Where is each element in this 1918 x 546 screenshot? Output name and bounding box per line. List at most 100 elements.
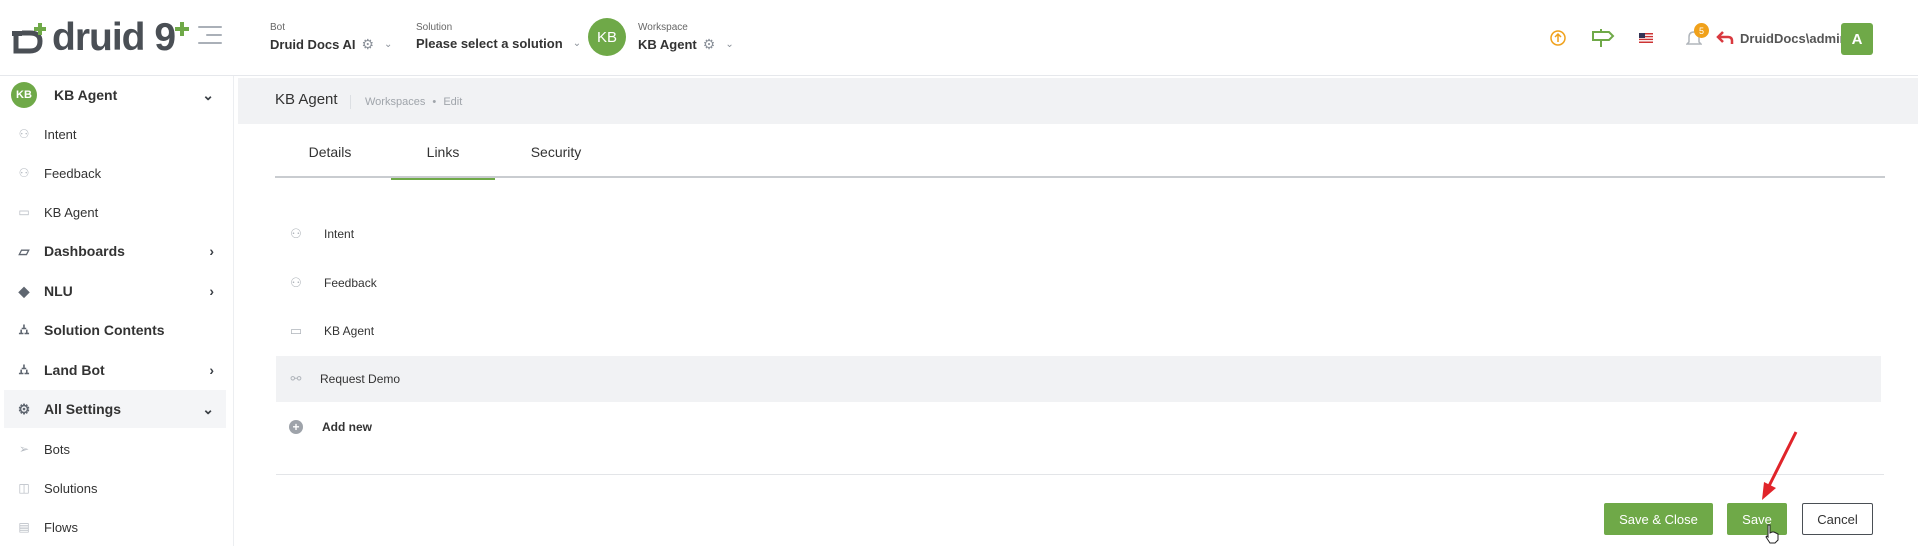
logo-spark-icon xyxy=(175,22,190,36)
list-item[interactable]: ⚯ Request Demo xyxy=(276,356,1881,402)
sidebar-item-label: Land Bot xyxy=(44,362,105,378)
bot-caption: Bot xyxy=(270,22,286,33)
sidebar-item-label: Bots xyxy=(44,441,71,457)
user-menu[interactable]: DruidDocs\admin xyxy=(1716,20,1848,56)
sidebar-item-label: All Settings xyxy=(44,401,122,417)
sidebar-item-all-settings[interactable]: ⚙ All Settings ⌄ xyxy=(4,390,226,428)
sidebar-workspace[interactable]: KB KB Agent ⌄ xyxy=(4,76,226,114)
workspace-caption: Workspace xyxy=(638,22,688,33)
feedback-icon: ⚇ xyxy=(18,166,30,180)
breadcrumb-workspaces[interactable]: Workspaces xyxy=(365,96,425,108)
sidebar-item-solution-contents[interactable]: ⛼ Solution Contents xyxy=(4,311,226,349)
list-item[interactable]: ⚇ Feedback xyxy=(276,260,1881,306)
druid-logo[interactable]: druid 9 xyxy=(12,16,190,59)
bot-settings-icon[interactable]: ⚙ xyxy=(361,36,374,53)
intent-icon: ⚇ xyxy=(290,226,302,241)
sidebar-item-kb-agent[interactable]: ▭ KB Agent xyxy=(4,193,226,231)
chevron-down-icon[interactable]: ⌄ xyxy=(384,39,392,50)
workspace-selector[interactable]: Workspace KB Agent ⚙ ⌄ xyxy=(638,22,734,53)
breadcrumb-edit: Edit xyxy=(443,96,463,108)
sidebar-item-label: Flows xyxy=(44,519,78,535)
signpost-icon[interactable] xyxy=(1588,20,1616,56)
solution-selector[interactable]: Solution Please select a solution ⌄ xyxy=(416,22,581,51)
sidebar-item-label: Solution Contents xyxy=(44,322,165,338)
cancel-button[interactable]: Cancel xyxy=(1802,503,1873,535)
land-bot-icon: ⛼ xyxy=(18,360,30,377)
chevron-down-icon[interactable]: ⌄ xyxy=(573,38,581,49)
sidebar-item-label: Dashboards xyxy=(44,243,125,259)
sidebar-item-feedback[interactable]: ⚇ Feedback xyxy=(4,154,226,192)
menu-toggle-icon[interactable] xyxy=(198,26,222,48)
tab-security[interactable]: Security xyxy=(501,126,611,178)
sidebar-item-nlu[interactable]: ◆ NLU › xyxy=(4,272,226,310)
user-name: DruidDocs\admin xyxy=(1740,30,1848,46)
tab-bar: Details Links Security xyxy=(275,126,1885,180)
list-item[interactable]: ▭ KB Agent xyxy=(276,308,1881,354)
link-label: Feedback xyxy=(324,276,377,290)
tab-details[interactable]: Details xyxy=(275,126,385,178)
solution-value: Please select a solution xyxy=(416,36,563,51)
page-header: KB Agent Workspaces • Edit xyxy=(238,78,1918,124)
sidebar-item-solutions[interactable]: ◫ Solutions xyxy=(4,469,226,507)
intent-icon: ⚇ xyxy=(18,127,30,141)
workspace-avatar[interactable]: KB xyxy=(588,18,626,56)
solutions-icon: ◫ xyxy=(18,481,30,495)
add-new-label: Add new xyxy=(322,420,372,434)
link-icon: ⚯ xyxy=(290,371,302,386)
flows-icon: ▤ xyxy=(18,520,30,534)
logout-icon[interactable] xyxy=(1716,30,1734,46)
solution-caption: Solution xyxy=(416,22,453,33)
feedback-icon: ⚇ xyxy=(290,275,302,290)
chevron-down-icon[interactable]: ⌄ xyxy=(725,39,733,50)
notification-badge: 5 xyxy=(1694,23,1709,38)
workspace-avatar: KB xyxy=(11,82,37,108)
bots-icon: ➢ xyxy=(18,442,30,456)
sidebar-item-flows[interactable]: ▤ Flows xyxy=(4,508,226,546)
kb-agent-icon: ▭ xyxy=(18,205,30,219)
sidebar-item-dashboards[interactable]: ▱ Dashboards › xyxy=(4,232,226,270)
chevron-down-icon[interactable]: ⌄ xyxy=(202,87,214,104)
divider xyxy=(276,474,1884,475)
list-item[interactable]: ⚇ Intent xyxy=(276,211,1881,257)
sidebar-item-label: KB Agent xyxy=(44,204,99,220)
nlu-icon: ◆ xyxy=(18,282,30,299)
chevron-right-icon[interactable]: › xyxy=(209,283,214,299)
page-title: KB Agent xyxy=(275,91,338,108)
chevron-down-icon[interactable]: ⌄ xyxy=(202,401,214,418)
add-icon: + xyxy=(289,420,303,434)
sidebar-item-land-bot[interactable]: ⛼ Land Bot › xyxy=(4,351,226,389)
tab-links[interactable]: Links xyxy=(391,126,495,180)
breadcrumb: Workspaces • Edit xyxy=(350,95,462,109)
sidebar-item-bots[interactable]: ➢ Bots xyxy=(4,430,226,468)
sidebar: KB KB Agent ⌄ ⚇ Intent ⚇ Feedback ▭ KB A… xyxy=(0,76,234,546)
settings-icon: ⚙ xyxy=(17,400,31,417)
sidebar-item-label: Intent xyxy=(44,126,77,142)
logo-mark-icon xyxy=(12,23,46,54)
link-label: Intent xyxy=(324,227,355,241)
annotation-arrow-icon xyxy=(1762,431,1798,500)
sidebar-item-label: NLU xyxy=(44,283,73,299)
user-avatar[interactable]: A xyxy=(1841,23,1873,55)
workspace-value: KB Agent xyxy=(638,37,697,52)
us-flag-icon[interactable] xyxy=(1636,20,1656,56)
sidebar-item-intent[interactable]: ⚇ Intent xyxy=(4,115,226,153)
add-new-button[interactable]: + Add new xyxy=(276,404,1881,450)
upload-icon[interactable] xyxy=(1546,20,1570,56)
top-bar: druid 9 Bot Druid Docs AI ⚙ ⌄ Solution P… xyxy=(0,0,1918,76)
notifications-icon[interactable]: 5 xyxy=(1680,20,1709,56)
chevron-right-icon[interactable]: › xyxy=(209,243,214,259)
logo-text: druid 9 xyxy=(52,16,176,59)
sidebar-workspace-label: KB Agent xyxy=(54,87,118,103)
sidebar-item-label: Solutions xyxy=(44,480,98,496)
kb-agent-icon: ▭ xyxy=(289,323,303,338)
save-close-button[interactable]: Save & Close xyxy=(1604,503,1713,535)
bot-selector[interactable]: Bot Druid Docs AI ⚙ ⌄ xyxy=(270,22,392,53)
bot-value: Druid Docs AI xyxy=(270,37,356,52)
sidebar-item-label: Feedback xyxy=(44,165,102,181)
link-label: Request Demo xyxy=(320,372,401,386)
chevron-right-icon[interactable]: › xyxy=(209,362,214,378)
hand-cursor-icon xyxy=(1765,524,1779,544)
link-label: KB Agent xyxy=(324,324,375,338)
workspace-settings-icon[interactable]: ⚙ xyxy=(703,36,716,53)
dashboard-icon: ▱ xyxy=(18,242,30,259)
